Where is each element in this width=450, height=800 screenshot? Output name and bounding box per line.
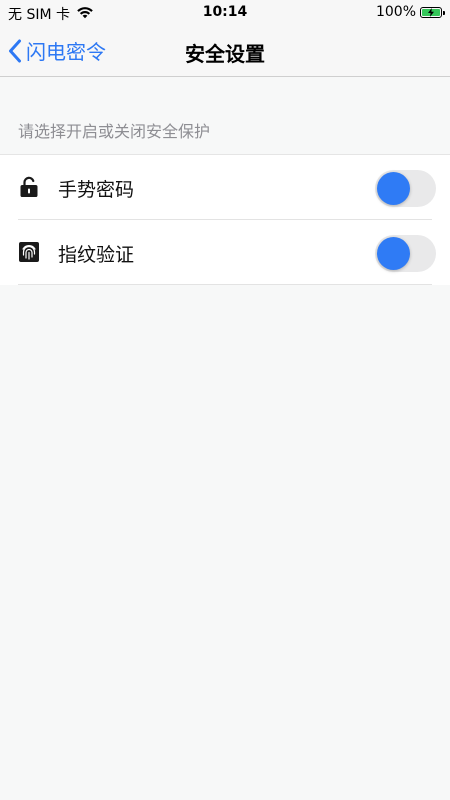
fingerprint-icon [18, 241, 40, 263]
page-title: 安全设置 [185, 42, 265, 66]
status-right: 100% [375, 4, 445, 20]
gesture-password-toggle[interactable] [375, 170, 436, 207]
setting-label: 指纹验证 [58, 244, 135, 266]
setting-row-fingerprint: 指纹验证 [0, 220, 450, 285]
toggle-knob [377, 172, 410, 205]
setting-label: 手势密码 [58, 179, 135, 201]
setting-row-gesture-password: 手势密码 [0, 155, 450, 220]
divider [18, 284, 432, 285]
lock-open-icon [18, 176, 40, 198]
battery-charging-icon [420, 6, 445, 18]
toggle-knob [377, 237, 410, 270]
bolt-icon [421, 7, 441, 17]
battery-percent: 100% [375, 4, 416, 20]
status-bar: 无 SIM 卡 10:14 100% [0, 0, 450, 26]
settings-list: 手势密码 指纹验证 [0, 154, 450, 285]
section-hint: 请选择开启或关闭安全保护 [18, 122, 211, 141]
navigation-bar: 闪电密令 安全设置 [0, 26, 450, 77]
fingerprint-toggle[interactable] [375, 235, 436, 272]
